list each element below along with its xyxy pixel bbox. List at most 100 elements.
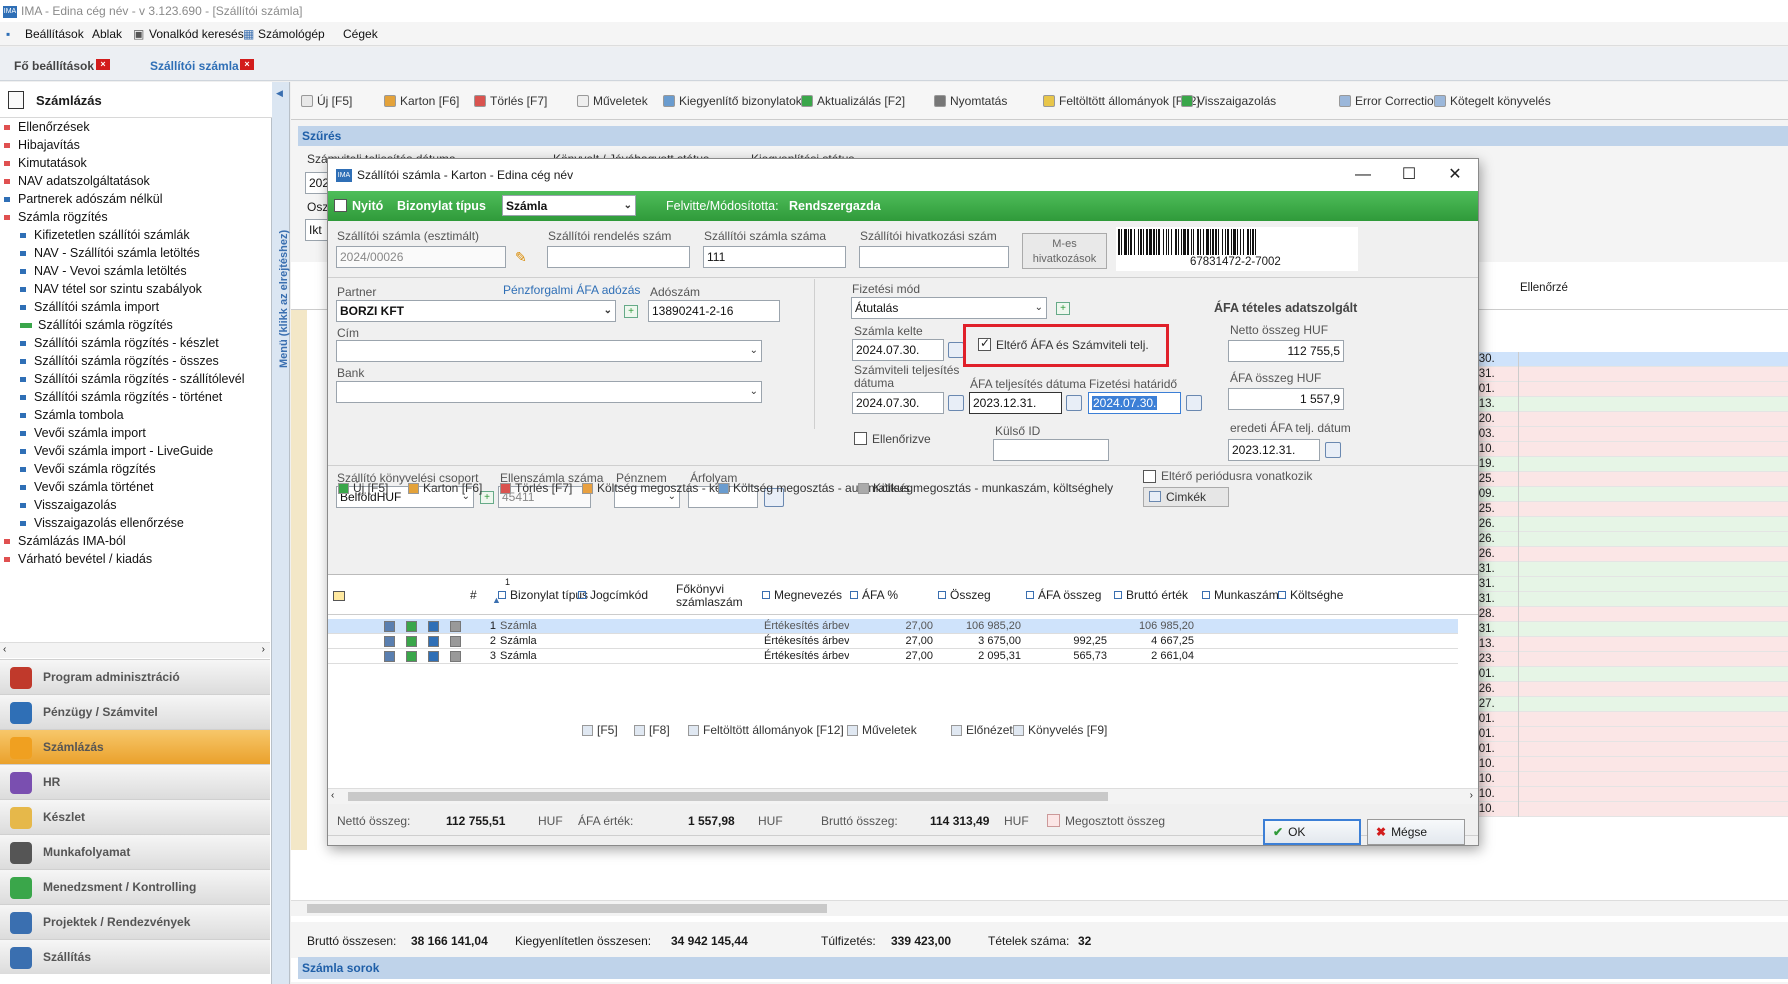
grid-header-cell[interactable]: Költséghe xyxy=(1278,575,1343,615)
hivatkozasi-input[interactable] xyxy=(859,246,1009,268)
row-action-icon[interactable] xyxy=(428,636,439,647)
cimkek-button[interactable]: Cimkék xyxy=(1143,487,1229,507)
lines-toolbar-button[interactable]: Karton [F6] xyxy=(408,481,482,495)
szamla-szam-input[interactable]: 111 xyxy=(703,246,846,268)
toolbar-button[interactable]: Törlés [F7] xyxy=(474,94,547,108)
row-action-icon[interactable] xyxy=(450,651,461,662)
minimize-icon[interactable]: — xyxy=(1340,159,1386,191)
sidebar-item[interactable]: Vevői számla rögzítés xyxy=(0,460,270,478)
toolbar-button[interactable]: Kötegelt könyvelés xyxy=(1434,94,1551,108)
filter-icon[interactable] xyxy=(1026,591,1034,599)
toolbar-button[interactable]: Kiegyenlítő bizonylatok xyxy=(663,94,802,108)
grid-header-cell[interactable]: Ellenőrzé xyxy=(1520,282,1604,295)
row-action-icon[interactable] xyxy=(406,636,417,647)
sidebar-item[interactable]: Szállítói számla import xyxy=(0,298,270,316)
sidebar-item[interactable]: Szállítói számla rögzítés - történet xyxy=(0,388,270,406)
sidebar-item[interactable]: NAV tétel sor szintu szabályok xyxy=(0,280,270,298)
cancel-button[interactable]: ✖ Mégse xyxy=(1367,819,1465,845)
sidebar-item[interactable]: Kifizetetlen szállítói számlák xyxy=(0,226,270,244)
footer-button[interactable]: Feltöltött állományok [F12] xyxy=(688,723,844,737)
scroll-thumb[interactable] xyxy=(348,792,1108,801)
sidebar-item[interactable]: Számlázás IMA-ból xyxy=(0,532,270,550)
sidebar-item[interactable]: NAV - Szállítói számla letöltés xyxy=(0,244,270,262)
menu-vonalkod[interactable]: Vonalkód keresés xyxy=(149,27,244,41)
penzforgalmi-link[interactable]: Pénzforgalmi ÁFA adózás xyxy=(503,283,640,297)
afa-huf-input[interactable]: 1 557,9 xyxy=(1228,388,1344,410)
sidebar-item[interactable]: Hibajavítás xyxy=(0,136,270,154)
grid-header-cell[interactable]: Főkönyvi számlaszám xyxy=(676,583,756,623)
table-row[interactable]: 2 Számla Értékesítés árbevét 27,00 3 675,00 9… xyxy=(328,634,1458,649)
scroll-left-icon[interactable]: ‹ xyxy=(3,644,6,655)
scroll-thumb[interactable] xyxy=(307,904,827,913)
cim-select[interactable]: ⌄ xyxy=(336,340,762,362)
row-action-icon[interactable] xyxy=(406,651,417,662)
module-button[interactable]: HR xyxy=(0,764,270,799)
fizmod-select[interactable]: Átutalás ⌄ xyxy=(851,297,1047,319)
footer-button[interactable]: Könyvelés [F9] xyxy=(1013,723,1107,737)
lines-toolbar-button[interactable]: Törlés [F7] xyxy=(500,481,572,495)
filter-icon[interactable] xyxy=(1114,591,1122,599)
lines-toolbar-button[interactable]: Költségmegosztás - munkaszám, költséghel… xyxy=(858,481,1113,495)
sidebar-item[interactable]: Szállítói számla rögzítés xyxy=(0,316,270,334)
scroll-right-icon[interactable]: › xyxy=(1470,790,1473,801)
row-action-icon[interactable] xyxy=(428,621,439,632)
table-row[interactable]: 1 Számla Értékesítés árbevét 27,00 106 985,2… xyxy=(328,619,1458,634)
footer-button[interactable]: Előnézet xyxy=(951,723,1013,737)
netto-huf-input[interactable]: 112 755,5 xyxy=(1228,340,1344,362)
kulso-id-input[interactable] xyxy=(993,439,1109,461)
m-hivatkozasok-button[interactable]: M-es hivatkozások xyxy=(1022,233,1107,269)
menu-cegek[interactable]: Cégek xyxy=(343,27,378,41)
sidebar-item[interactable]: Ellenőrzések xyxy=(0,118,270,136)
footer-button[interactable]: [F5] xyxy=(582,723,618,737)
menu-ablak[interactable]: Ablak xyxy=(92,27,122,41)
footer-button[interactable]: Műveletek xyxy=(847,723,917,737)
partner-select[interactable]: BORZI KFT ⌄ xyxy=(336,300,616,322)
filter-icon[interactable] xyxy=(1278,591,1286,599)
toolbar-button[interactable]: Visszaigazolás xyxy=(1181,94,1276,108)
maximize-icon[interactable]: ☐ xyxy=(1386,159,1432,191)
sidebar-item[interactable]: Vevői számla import - LiveGuide xyxy=(0,442,270,460)
row-action-icon[interactable] xyxy=(450,621,461,632)
sidebar-item[interactable]: Szállítói számla rögzítés - készlet xyxy=(0,334,270,352)
sidebar-item[interactable]: NAV adatszolgáltatások xyxy=(0,172,270,190)
tab-fo-beallitasok[interactable]: Fő beállítások xyxy=(14,59,94,73)
sidebar-item[interactable]: Várható bevétel / kiadás xyxy=(0,550,270,568)
toolbar-button[interactable]: Karton [F6] xyxy=(384,94,459,108)
grid-header-cell[interactable]: Munkaszám xyxy=(1202,575,1279,615)
filter-icon[interactable] xyxy=(1202,591,1210,599)
grid-settings-icon[interactable] xyxy=(333,591,345,601)
elter-afa-checkbox[interactable] xyxy=(978,336,991,351)
grid-header-cell[interactable]: # xyxy=(470,575,477,615)
rendeles-input[interactable] xyxy=(547,246,690,268)
filter-icon[interactable] xyxy=(762,591,770,599)
add-fizmod-icon[interactable]: + xyxy=(1056,302,1070,315)
module-button[interactable]: Munkafolyamat xyxy=(0,834,270,869)
module-button[interactable]: Projektek / Rendezvények xyxy=(0,904,270,939)
filter-icon[interactable] xyxy=(578,591,586,599)
nyito-checkbox[interactable] xyxy=(334,199,347,212)
close-icon[interactable]: ✕ xyxy=(1432,159,1478,191)
afa-telj-input[interactable]: 2023.12.31. xyxy=(969,392,1062,414)
grid-header-cell[interactable]: Jogcímkód xyxy=(578,575,648,615)
grid-header-cell[interactable]: ÁFA % xyxy=(850,575,898,615)
menu-beallitasok[interactable]: Beállítások xyxy=(25,27,84,41)
ellenorizve-checkbox[interactable] xyxy=(854,432,867,445)
close-tab-icon[interactable]: × xyxy=(96,59,110,70)
eredeti-input[interactable]: 2023.12.31. xyxy=(1228,439,1320,461)
bizonylat-select[interactable]: Számla ⌄ xyxy=(502,195,636,216)
grid-header-cell[interactable]: Bruttó érték xyxy=(1114,575,1188,615)
sidebar-item[interactable]: Visszaigazolás xyxy=(0,496,270,514)
calendar-icon[interactable] xyxy=(1066,395,1082,411)
bank-select[interactable]: ⌄ xyxy=(336,381,762,403)
sidebar-item[interactable]: Kimutatások xyxy=(0,154,270,172)
module-button[interactable]: Pénzügy / Számvitel xyxy=(0,694,270,729)
menu-szamologep[interactable]: Számológép xyxy=(258,27,325,41)
module-button[interactable]: Program adminisztráció xyxy=(0,659,270,694)
row-action-icon[interactable] xyxy=(406,621,417,632)
szsz-input[interactable]: 2024/00026 xyxy=(336,246,506,268)
grid-header-cell[interactable]: Összeg xyxy=(938,575,991,615)
calendar-icon[interactable] xyxy=(948,395,964,411)
filter-icon[interactable] xyxy=(938,591,946,599)
sidebar-item[interactable]: NAV - Vevoi számla letöltés xyxy=(0,262,270,280)
toolbar-button[interactable]: Aktualizálás [F2] xyxy=(801,94,905,108)
